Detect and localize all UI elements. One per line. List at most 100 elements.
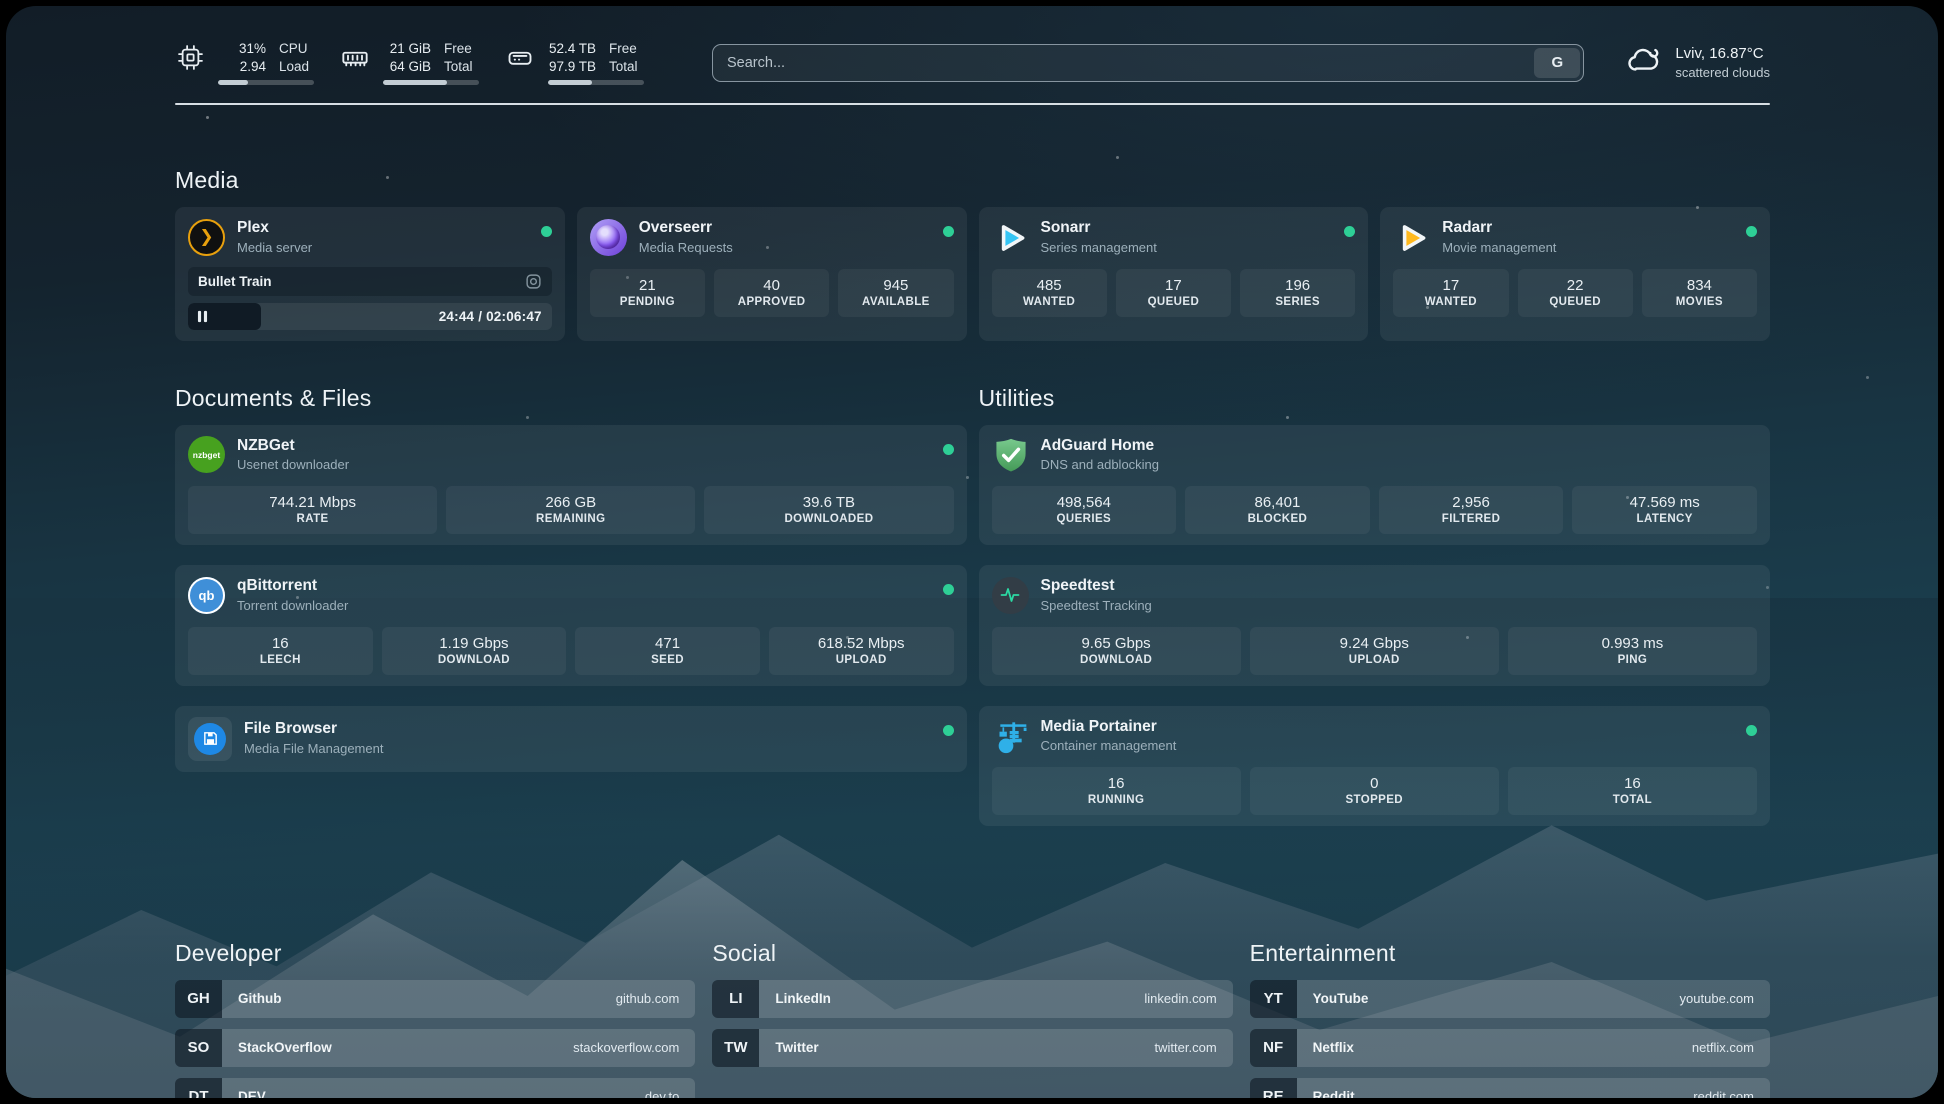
service-card-head: Sonarr Series management [992, 218, 1356, 256]
stat-label: MOVIES [1646, 296, 1753, 308]
disk-progress-bar [548, 80, 644, 85]
bookmark-abbr: TW [712, 1029, 759, 1067]
bookmark-link-stackoverflow[interactable]: SO StackOverflow stackoverflow.com [175, 1029, 695, 1067]
stat-value: 266 GB [450, 494, 691, 511]
stat-stopped: 0 STOPPED [1250, 767, 1499, 815]
utilities-section: Utilities AdGuard Home DNS and adblockin… [979, 385, 1771, 826]
bookmark-link-linkedin[interactable]: LI LinkedIn linkedin.com [712, 980, 1232, 1018]
status-online-dot [943, 584, 954, 595]
disk-icon [505, 44, 535, 72]
documents-files-section: Documents & Files nzbget NZBGet Usenet d… [175, 385, 967, 772]
stat-upload: 9.24 Gbps UPLOAD [1250, 627, 1499, 675]
service-card-plex[interactable]: ❯ Plex Media server Bullet Train 24:44 /… [175, 207, 565, 340]
service-card-adguard[interactable]: AdGuard Home DNS and adblocking 498,564 … [979, 425, 1771, 545]
stat-value: 47.569 ms [1576, 494, 1753, 511]
stat-value: 196 [1244, 277, 1351, 294]
service-subtitle: Media File Management [244, 740, 383, 758]
stat-value: 834 [1646, 277, 1753, 294]
status-online-dot [541, 226, 552, 237]
service-card-filebrowser[interactable]: File Browser Media File Management [175, 706, 967, 772]
stat-value: 22 [1522, 277, 1629, 294]
bookmarks-section: Developer GH Github github.com SO StackO… [175, 940, 1770, 1098]
stat-value: 0 [1254, 775, 1495, 792]
stat-value: 40 [718, 277, 825, 294]
cpu-progress-bar [218, 80, 314, 85]
stat-running: 16 RUNNING [992, 767, 1241, 815]
service-card-sonarr[interactable]: Sonarr Series management 485 WANTED 17 Q… [979, 207, 1369, 340]
memory-free-value: 21 GiB [390, 40, 431, 58]
stat-label: REMAINING [450, 513, 691, 525]
bookmark-name: YouTube [1313, 991, 1369, 1006]
bookmark-url: twitter.com [1155, 1040, 1217, 1055]
stat-download: 9.65 Gbps DOWNLOAD [992, 627, 1241, 675]
stat-value: 9.24 Gbps [1254, 635, 1495, 652]
bookmark-link-youtube[interactable]: YT YouTube youtube.com [1250, 980, 1770, 1018]
bookmark-body: Netflix netflix.com [1297, 1029, 1770, 1067]
bookmark-abbr: LI [712, 980, 759, 1018]
bookmark-link-twitter[interactable]: TW Twitter twitter.com [712, 1029, 1232, 1067]
bookmark-link-netflix[interactable]: NF Netflix netflix.com [1250, 1029, 1770, 1067]
stat-label: WANTED [996, 296, 1103, 308]
weather-widget: Lviv, 16.87°C scattered clouds [1626, 42, 1770, 83]
weather-location-temp: Lviv, 16.87°C [1675, 44, 1770, 64]
stat-ping: 0.993 ms PING [1508, 627, 1757, 675]
stat-wanted: 17 WANTED [1393, 269, 1508, 317]
now-playing-title: Bullet Train [198, 274, 272, 289]
pause-icon[interactable] [197, 310, 208, 323]
section-title-media: Media [175, 167, 1770, 194]
service-name: Overseerr [639, 218, 733, 239]
stat-value: 2,956 [1383, 494, 1560, 511]
stat-approved: 40 APPROVED [714, 269, 829, 317]
service-card-portainer[interactable]: Media Portainer Container management 16 … [979, 706, 1771, 826]
service-card-overseerr[interactable]: Overseerr Media Requests 21 PENDING 40 A… [577, 207, 967, 340]
stat-label: DOWNLOAD [996, 654, 1237, 666]
stat-label: SERIES [1244, 296, 1351, 308]
service-card-head: Media Portainer Container management [992, 717, 1758, 755]
bookmark-group-title: Entertainment [1250, 940, 1770, 967]
bookmark-body: LinkedIn linkedin.com [759, 980, 1232, 1018]
bookmark-name: DEV [238, 1089, 266, 1098]
service-card-qbittorrent[interactable]: qb qBittorrent Torrent downloader 16 LEE… [175, 565, 967, 685]
bookmark-name: Netflix [1313, 1040, 1354, 1055]
stat-label: DOWNLOADED [708, 513, 949, 525]
service-card-head: Radarr Movie management [1393, 218, 1757, 256]
stat-value: 0.993 ms [1512, 635, 1753, 652]
stat-value: 471 [579, 635, 756, 652]
service-card-nzbget[interactable]: nzbget NZBGet Usenet downloader 744.21 M… [175, 425, 967, 545]
bookmark-name: LinkedIn [775, 991, 831, 1006]
cpu-usage-value: 31% [239, 40, 266, 58]
service-card-radarr[interactable]: Radarr Movie management 17 WANTED 22 QUE… [1380, 207, 1770, 340]
stat-value: 17 [1120, 277, 1227, 294]
service-subtitle: DNS and adblocking [1041, 456, 1160, 474]
dashboard-screen: 31% 2.94 CPU Load 21 GiB 64 GiB [6, 6, 1938, 1098]
bookmark-link-dev[interactable]: DT DEV dev.to [175, 1078, 695, 1098]
bookmark-group-entertainment: Entertainment YT YouTube youtube.com NF … [1250, 940, 1770, 1098]
stat-value: 16 [996, 775, 1237, 792]
weather-condition: scattered clouds [1675, 64, 1770, 82]
stat-latency: 47.569 ms LATENCY [1572, 486, 1757, 534]
stat-label: LATENCY [1576, 513, 1753, 525]
bookmark-link-github[interactable]: GH Github github.com [175, 980, 695, 1018]
service-card-head: Overseerr Media Requests [590, 218, 954, 256]
disk-total-value: 97.9 TB [549, 58, 596, 76]
now-playing-time: 24:44 / 02:06:47 [439, 309, 552, 324]
stat-label: PING [1512, 654, 1753, 666]
search-input[interactable] [712, 44, 1584, 82]
bookmark-group-developer: Developer GH Github github.com SO StackO… [175, 940, 695, 1098]
stat-value: 618.52 Mbps [773, 635, 950, 652]
bookmark-link-reddit[interactable]: RE Reddit reddit.com [1250, 1078, 1770, 1098]
header-divider [175, 103, 1770, 105]
service-card-speedtest[interactable]: Speedtest Speedtest Tracking 9.65 Gbps D… [979, 565, 1771, 685]
stat-filtered: 2,956 FILTERED [1379, 486, 1564, 534]
adguard-icon [992, 436, 1029, 473]
stat-value: 17 [1397, 277, 1504, 294]
service-name: qBittorrent [237, 576, 348, 597]
google-search-button[interactable]: G [1534, 48, 1580, 78]
stat-seed: 471 SEED [575, 627, 760, 675]
now-playing-progress: 24:44 / 02:06:47 [188, 303, 552, 330]
stat-label: RATE [192, 513, 433, 525]
cpu-widget: 31% 2.94 CPU Load [175, 40, 314, 85]
service-name: AdGuard Home [1041, 436, 1160, 457]
stat-value: 945 [842, 277, 949, 294]
service-name: Radarr [1442, 218, 1556, 239]
